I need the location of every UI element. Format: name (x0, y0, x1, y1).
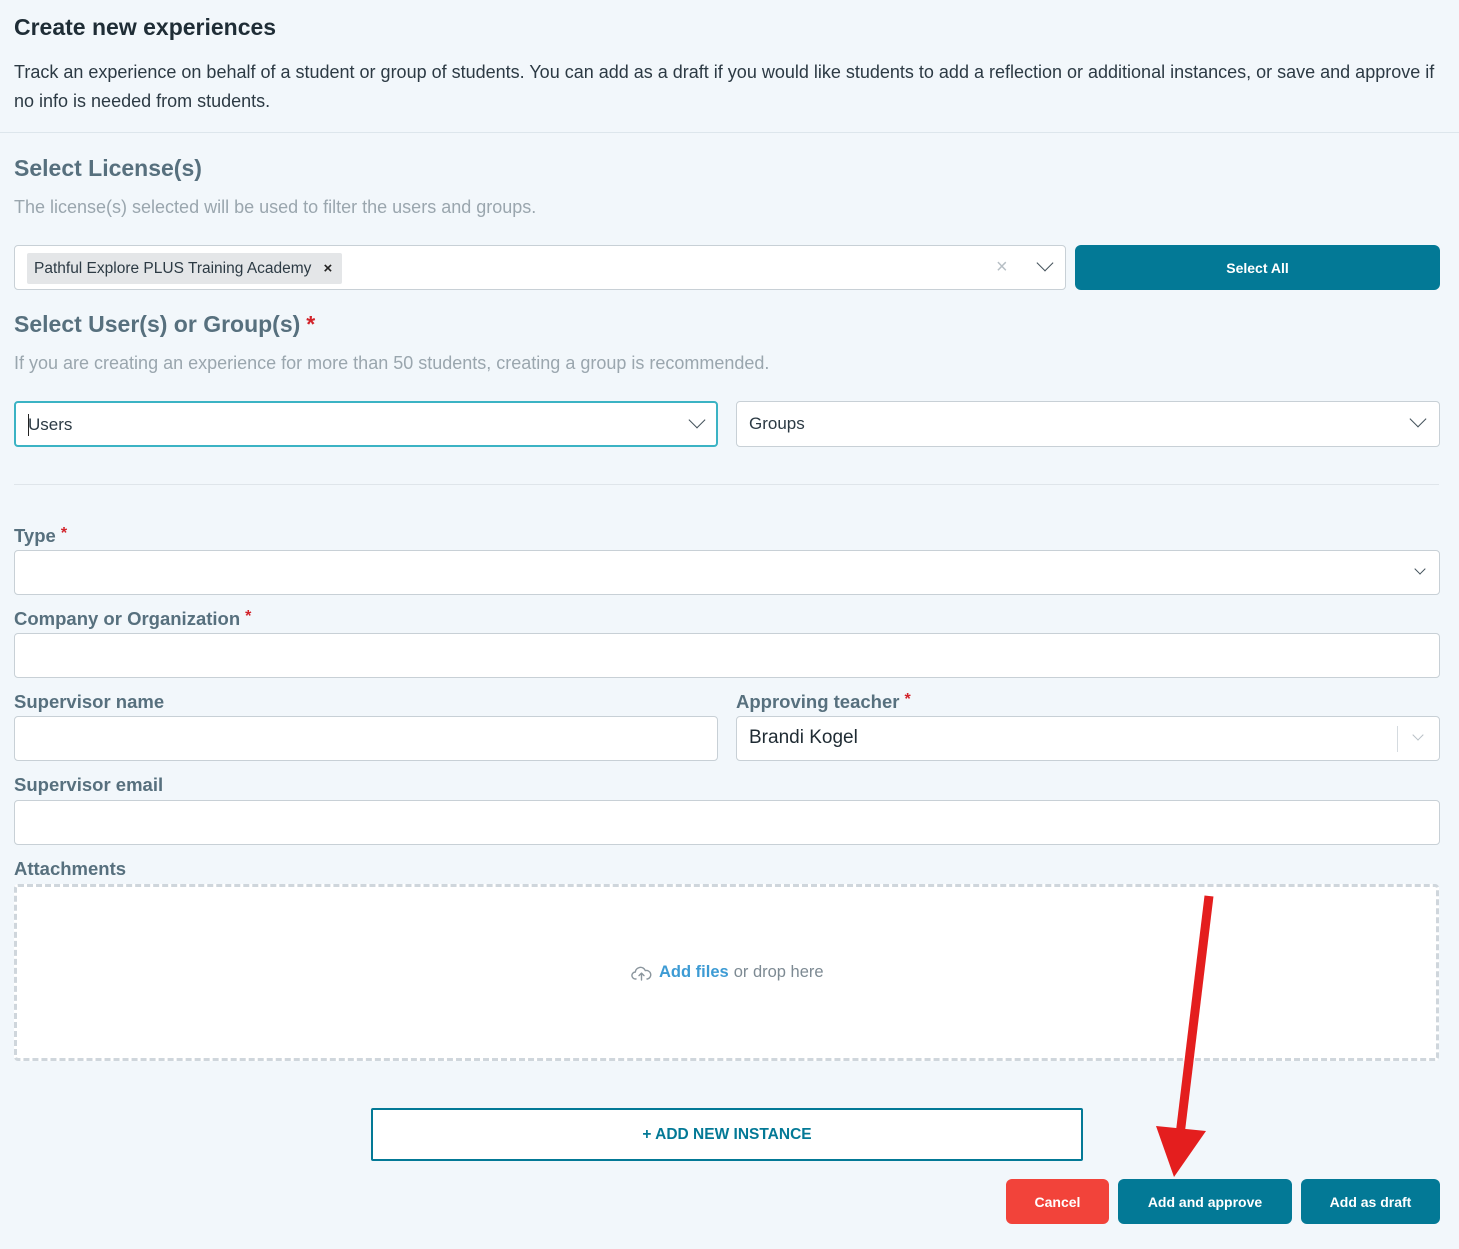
supervisor-name-input[interactable] (14, 716, 718, 761)
required-mark: * (904, 691, 911, 708)
users-select[interactable]: Users (14, 401, 718, 447)
supervisor-email-input[interactable] (14, 800, 1440, 845)
license-tag: Pathful Explore PLUS Training Academy × (27, 253, 343, 284)
clear-icon[interactable]: × (996, 256, 1008, 279)
add-as-draft-button[interactable]: Add as draft (1301, 1179, 1440, 1224)
approving-teacher-select[interactable]: Brandi Kogel (736, 716, 1440, 761)
company-label: Company or Organization * (14, 608, 251, 630)
license-multiselect[interactable]: Pathful Explore PLUS Training Academy × … (14, 245, 1066, 290)
cancel-button[interactable]: Cancel (1006, 1179, 1109, 1224)
users-groups-help-text: If you are creating an experience for mo… (14, 353, 770, 373)
drop-here-text: or drop here (733, 963, 824, 981)
dropzone-prompt: Add files or drop here (631, 963, 824, 982)
required-mark: * (245, 608, 252, 625)
section-divider (14, 484, 1439, 485)
add-files-link[interactable]: Add files (659, 963, 729, 982)
users-placeholder: Users (28, 415, 73, 434)
add-new-instance-button[interactable]: + ADD NEW INSTANCE (371, 1108, 1083, 1161)
type-label-text: Type (14, 525, 56, 546)
cloud-upload-icon (631, 966, 652, 981)
groups-placeholder: Groups (749, 414, 805, 433)
users-groups-title-text: Select User(s) or Group(s) (14, 311, 301, 337)
tag-remove-icon[interactable]: × (323, 260, 332, 277)
license-section-title: Select License(s) (14, 155, 202, 181)
type-label: Type * (14, 525, 67, 547)
license-help-text: The license(s) selected will be used to … (14, 197, 537, 217)
required-mark: * (60, 525, 68, 542)
select-separator (1397, 726, 1398, 752)
chevron-down-icon[interactable] (688, 411, 706, 429)
chevron-down-icon[interactable] (1414, 563, 1426, 575)
page-description: Track an experience on behalf of a stude… (14, 62, 1435, 111)
select-all-button[interactable]: Select All (1075, 245, 1440, 290)
supervisor-email-label: Supervisor email (14, 774, 164, 795)
supervisor-name-label: Supervisor name (14, 691, 165, 712)
attachments-dropzone[interactable]: Add files or drop here (14, 884, 1439, 1061)
chevron-down-icon[interactable] (1036, 254, 1054, 272)
page-title: Create new experiences (14, 14, 277, 40)
company-label-text: Company or Organization (14, 608, 241, 629)
required-mark: * (306, 311, 316, 337)
chevron-down-icon[interactable] (1409, 410, 1427, 428)
users-groups-section-title: Select User(s) or Group(s) * (14, 311, 315, 338)
attachments-label: Attachments (14, 858, 127, 879)
chevron-down-icon[interactable] (1412, 729, 1424, 741)
page-header: Create new experiences Track an experien… (0, 0, 1459, 133)
type-select[interactable] (14, 550, 1440, 595)
add-and-approve-button[interactable]: Add and approve (1118, 1179, 1292, 1224)
approving-teacher-value: Brandi Kogel (749, 727, 858, 748)
approving-teacher-label: Approving teacher * (736, 691, 911, 713)
company-input[interactable] (14, 633, 1440, 678)
approving-teacher-label-text: Approving teacher (736, 691, 900, 712)
create-experience-page: Create new experiences Track an experien… (0, 0, 1459, 1249)
groups-select[interactable]: Groups (736, 401, 1440, 447)
license-tag-label: Pathful Explore PLUS Training Academy (34, 259, 312, 277)
